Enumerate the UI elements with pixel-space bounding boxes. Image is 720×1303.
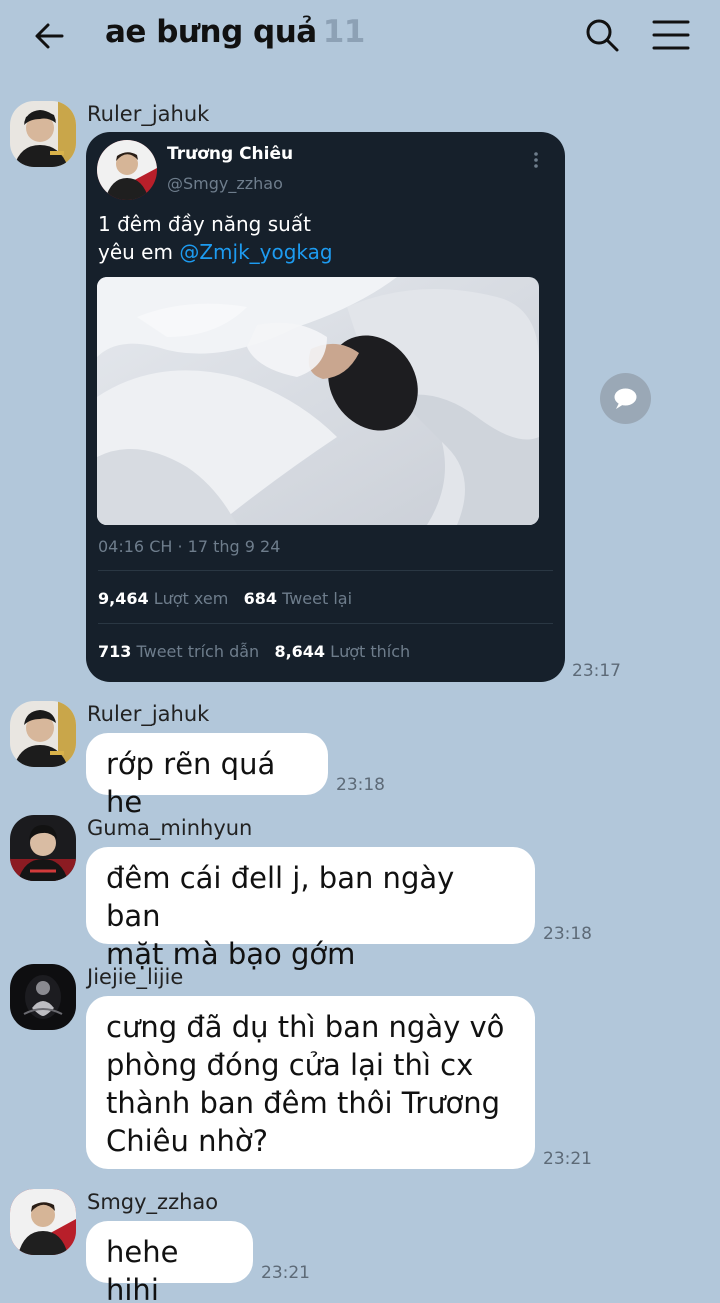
chat-title: ae bưng quả 11 (105, 14, 365, 50)
avatar-smgy[interactable] (10, 1189, 76, 1255)
tweet-text-line1: 1 đêm đầy năng suất (98, 212, 311, 236)
sender-name: Jiejie_lijie (87, 965, 184, 989)
message-text: hehe hihi (106, 1235, 179, 1303)
message-bubble[interactable]: cưng đã dụ thì ban ngày vô phòng đóng cử… (86, 996, 535, 1169)
message-text-line: Chiêu nhờ? (106, 1124, 269, 1158)
message-text-line: cưng đã dụ thì ban ngày vô (106, 1010, 505, 1044)
chat-title-text: ae bưng quả (105, 14, 317, 50)
avatar-ruler[interactable] (10, 701, 76, 767)
menu-button[interactable] (652, 18, 690, 52)
tweet-divider (98, 570, 553, 571)
arrow-left-icon (35, 23, 64, 49)
tweet-author-name: Trương Chiêu (167, 144, 294, 164)
sender-name: Ruler_jahuk (87, 102, 210, 126)
retweets-count: 684 (243, 589, 277, 608)
tweet-stats-row-2: 713 Tweet trích dẫn 8,644 Lượt thích (98, 642, 410, 661)
retweets-label: Tweet lại (282, 589, 353, 608)
sender-name: Guma_minhyun (87, 816, 253, 840)
likes-count: 8,644 (274, 642, 326, 661)
message-text-line: phòng đóng cửa lại thì cx (106, 1048, 474, 1082)
message-text-line: đêm cái đell j, ban ngày ban (106, 861, 455, 933)
back-button[interactable] (32, 18, 68, 54)
message-time: 23:21 (261, 1263, 310, 1283)
hamburger-menu-icon (652, 20, 690, 50)
message-text: rớp rẽn quá he (106, 747, 276, 819)
message-time: 23:17 (572, 661, 621, 681)
sender-name: Ruler_jahuk (87, 702, 210, 726)
avatar-ruler[interactable] (10, 101, 76, 167)
member-count: 11 (322, 14, 366, 50)
tweet-photo[interactable] (97, 277, 539, 525)
avatar-guma[interactable] (10, 815, 76, 881)
tweet-text: 1 đêm đầy năng suất yêu em @Zmjk_yogkag (98, 210, 333, 266)
share-button[interactable] (600, 373, 651, 424)
likes-label: Lượt thích (330, 642, 411, 661)
tweet-text-prefix: yêu em (98, 240, 180, 264)
views-count: 9,464 (98, 589, 149, 608)
quotes-count: 713 (98, 642, 132, 661)
tweet-author-handle: @Smgy_zzhao (167, 174, 283, 193)
tweet-divider (98, 623, 553, 624)
tweet-stats-row-1: 9,464 Lượt xem 684 Tweet lại (98, 589, 352, 608)
message-text-line: thành ban đêm thôi Trương (106, 1086, 501, 1120)
quotes-label: Tweet trích dẫn (136, 642, 260, 661)
message-time: 23:21 (543, 1149, 592, 1169)
message-time: 23:18 (336, 775, 385, 795)
views-label: Lượt xem (153, 589, 229, 608)
avatar-jiejie[interactable] (10, 964, 76, 1030)
more-vertical-icon[interactable] (531, 150, 541, 170)
message-bubble[interactable]: đêm cái đell j, ban ngày ban mặt mà bạo … (86, 847, 535, 971)
sender-name: Smgy_zzhao (87, 1190, 219, 1214)
tweet-mention-link[interactable]: @Zmjk_yogkag (179, 240, 332, 264)
message-time: 23:18 (543, 924, 592, 944)
tweet-text-line2: yêu em @Zmjk_yogkag (98, 238, 333, 266)
chat-header: ae bưng quả 11 (0, 0, 720, 72)
message-bubble[interactable]: rớp rẽn quá he (86, 733, 328, 819)
search-button[interactable] (583, 16, 621, 54)
tweet-author-avatar (97, 140, 157, 200)
message-bubble[interactable]: hehe hihi (86, 1221, 253, 1303)
speech-bubble-icon (614, 388, 637, 409)
search-icon (586, 19, 619, 52)
tweet-card[interactable]: Trương Chiêu @Smgy_zzhao 1 đêm đầy năng … (86, 132, 565, 682)
tweet-date: 04:16 CH · 17 thg 9 24 (98, 537, 281, 556)
